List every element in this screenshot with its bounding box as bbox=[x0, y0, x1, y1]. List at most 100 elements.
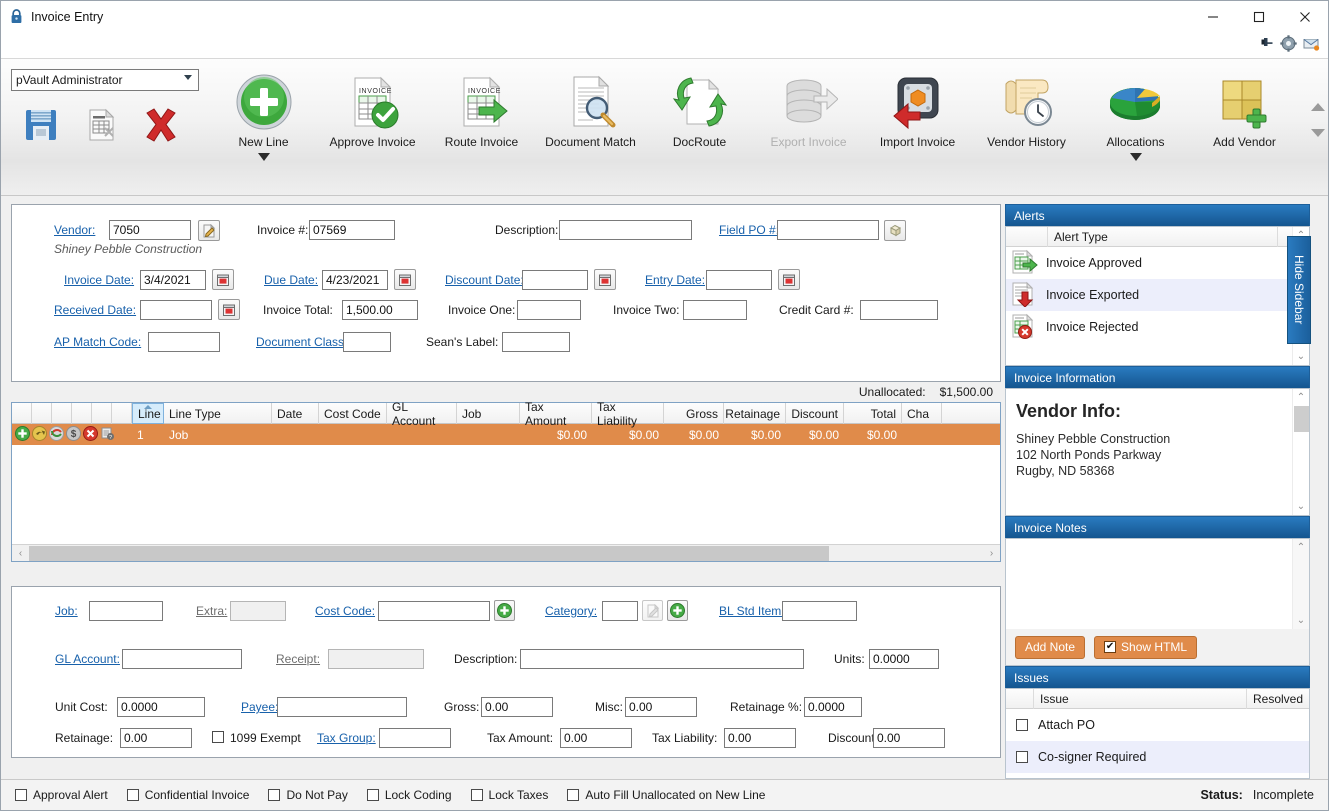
payee-label[interactable]: Payee: bbox=[241, 700, 278, 714]
ribbon-item-route-invoice[interactable]: INVOICE Route Invoice bbox=[427, 65, 536, 161]
grid-header-cha[interactable]: Cha bbox=[902, 403, 942, 424]
scroll-down-icon[interactable]: ⌄ bbox=[1293, 612, 1310, 629]
due-date-calendar-button[interactable] bbox=[394, 269, 416, 290]
job-input[interactable] bbox=[89, 601, 163, 621]
ribbon-item-vendor-history[interactable]: Vendor History bbox=[972, 65, 1081, 161]
entry-date-label[interactable]: Entry Date: bbox=[645, 273, 705, 287]
seans-label-input[interactable] bbox=[502, 332, 570, 352]
vendor-label[interactable]: Vendor: bbox=[54, 223, 95, 237]
discount-date-label[interactable]: Discount Date: bbox=[445, 273, 524, 287]
invoice-notes-textarea[interactable] bbox=[1006, 539, 1292, 629]
discount-date-input[interactable] bbox=[522, 270, 588, 290]
approval-alert-checkbox[interactable] bbox=[15, 789, 27, 801]
invoice-date-calendar-button[interactable] bbox=[212, 269, 234, 290]
payee-input[interactable] bbox=[277, 697, 407, 717]
grid-header-date[interactable]: Date bbox=[272, 403, 319, 424]
undo-icon[interactable] bbox=[32, 425, 47, 444]
1099-exempt-checkbox[interactable] bbox=[212, 731, 224, 743]
dollar-icon[interactable]: $ bbox=[66, 425, 81, 444]
units-input[interactable] bbox=[869, 649, 939, 669]
maximize-button[interactable] bbox=[1236, 1, 1282, 32]
grid-header-job[interactable]: Job bbox=[457, 403, 520, 424]
invoice-total-input[interactable] bbox=[342, 300, 418, 320]
grid-header-discount[interactable]: Discount bbox=[786, 403, 844, 424]
scroll-right-icon[interactable]: › bbox=[983, 545, 1000, 562]
tax-group-input[interactable] bbox=[379, 728, 451, 748]
grid-header-gross[interactable]: Gross bbox=[664, 403, 724, 424]
invoice-two-input[interactable] bbox=[683, 300, 747, 320]
ap-match-code-input[interactable] bbox=[148, 332, 220, 352]
ribbon-item-import-invoice[interactable]: Import Invoice bbox=[863, 65, 972, 161]
category-label[interactable]: Category: bbox=[545, 604, 597, 618]
chevron-down-icon[interactable] bbox=[257, 153, 270, 161]
delete-button[interactable] bbox=[137, 104, 185, 146]
list-item[interactable]: Invoice Rejected bbox=[1006, 311, 1292, 343]
show-html-toggle[interactable]: Show HTML bbox=[1094, 635, 1198, 659]
close-button[interactable] bbox=[1282, 1, 1328, 32]
extra-input[interactable] bbox=[230, 601, 286, 621]
invoice-date-input[interactable] bbox=[140, 270, 206, 290]
delete-icon[interactable] bbox=[83, 425, 98, 444]
entry-date-calendar-button[interactable] bbox=[778, 269, 800, 290]
received-date-input[interactable] bbox=[140, 300, 212, 320]
user-select[interactable]: pVault Administrator bbox=[11, 69, 199, 91]
gl-account-input[interactable] bbox=[122, 649, 242, 669]
scroll-up-icon[interactable]: ⌃ bbox=[1293, 539, 1310, 556]
discount-date-calendar-button[interactable] bbox=[594, 269, 616, 290]
vendor-lookup-button[interactable] bbox=[198, 220, 220, 241]
grid-header-tax-amount[interactable]: Tax Amount bbox=[520, 400, 592, 428]
ribbon-item-new-line[interactable]: New Line bbox=[209, 65, 318, 161]
cost-code-label[interactable]: Cost Code: bbox=[315, 604, 375, 618]
tax-group-label[interactable]: Tax Group: bbox=[317, 731, 376, 745]
table-row[interactable]: Attach PO bbox=[1006, 709, 1309, 741]
received-date-calendar-button[interactable] bbox=[218, 299, 240, 320]
issue-resolved-checkbox[interactable] bbox=[1016, 719, 1028, 731]
ribbon-scroll-controls[interactable] bbox=[1311, 103, 1325, 137]
detail-tax-liability-input[interactable] bbox=[724, 728, 796, 748]
add-cost-code-button[interactable] bbox=[494, 600, 515, 621]
retainage-input[interactable] bbox=[120, 728, 192, 748]
gross-input[interactable] bbox=[481, 697, 553, 717]
extra-label[interactable]: Extra: bbox=[196, 604, 227, 618]
scroll-left-icon[interactable]: ‹ bbox=[12, 545, 29, 562]
credit-card-input[interactable] bbox=[860, 300, 938, 320]
info-icon[interactable]: ? bbox=[100, 426, 115, 444]
receipt-input[interactable] bbox=[328, 649, 424, 669]
misc-input[interactable] bbox=[625, 697, 697, 717]
lock-taxes-checkbox[interactable] bbox=[470, 789, 483, 801]
scroll-up-icon[interactable]: ⌃ bbox=[1293, 389, 1310, 406]
gl-account-label[interactable]: GL Account: bbox=[55, 652, 120, 666]
save-invoice-button[interactable] bbox=[77, 104, 125, 146]
detail-tax-amount-input[interactable] bbox=[560, 728, 632, 748]
description-input[interactable] bbox=[559, 220, 692, 240]
chevron-up-icon[interactable] bbox=[1311, 103, 1325, 111]
chevron-down-icon[interactable] bbox=[1311, 129, 1325, 137]
grid-header-line[interactable]: Line bbox=[132, 403, 164, 424]
hide-sidebar-button[interactable]: Hide Sidebar bbox=[1287, 236, 1311, 344]
detail-description-input[interactable] bbox=[520, 649, 804, 669]
field-po-lookup-button[interactable] bbox=[884, 220, 906, 241]
invoice-one-input[interactable] bbox=[517, 300, 581, 320]
save-button[interactable] bbox=[17, 104, 65, 146]
ribbon-item-allocations[interactable]: Allocations bbox=[1081, 65, 1190, 161]
scroll-down-icon[interactable]: ⌄ bbox=[1293, 348, 1310, 365]
list-item[interactable]: Invoice Approved bbox=[1006, 247, 1292, 279]
retainage-pct-input[interactable] bbox=[804, 697, 862, 717]
lock-coding-checkbox-group[interactable]: Lock Coding bbox=[366, 788, 452, 802]
refresh-icon[interactable] bbox=[49, 425, 64, 444]
due-date-label[interactable]: Due Date: bbox=[264, 273, 318, 287]
grid-header-gl-account[interactable]: GL Account bbox=[387, 400, 457, 428]
grid-header-retainage[interactable]: Retainage bbox=[724, 403, 786, 424]
document-class-label[interactable]: Document Class: bbox=[256, 335, 347, 349]
lock-taxes-checkbox-group[interactable]: Lock Taxes bbox=[470, 788, 548, 802]
ribbon-item-document-match[interactable]: Document Match bbox=[536, 65, 645, 161]
pin-icon[interactable] bbox=[1259, 36, 1274, 54]
ribbon-item-docroute[interactable]: DocRoute bbox=[645, 65, 754, 161]
grid-horizontal-scrollbar[interactable]: ‹ › bbox=[12, 544, 1000, 561]
detail-discount-input[interactable] bbox=[873, 728, 945, 748]
confidential-invoice-checkbox[interactable] bbox=[126, 789, 139, 801]
category-input[interactable] bbox=[602, 601, 638, 621]
show-html-checkbox[interactable] bbox=[1104, 641, 1117, 653]
scroll-down-icon[interactable]: ⌄ bbox=[1293, 498, 1310, 515]
invoice-information-vertical-scrollbar[interactable]: ⌃ ⌄ bbox=[1292, 389, 1309, 515]
